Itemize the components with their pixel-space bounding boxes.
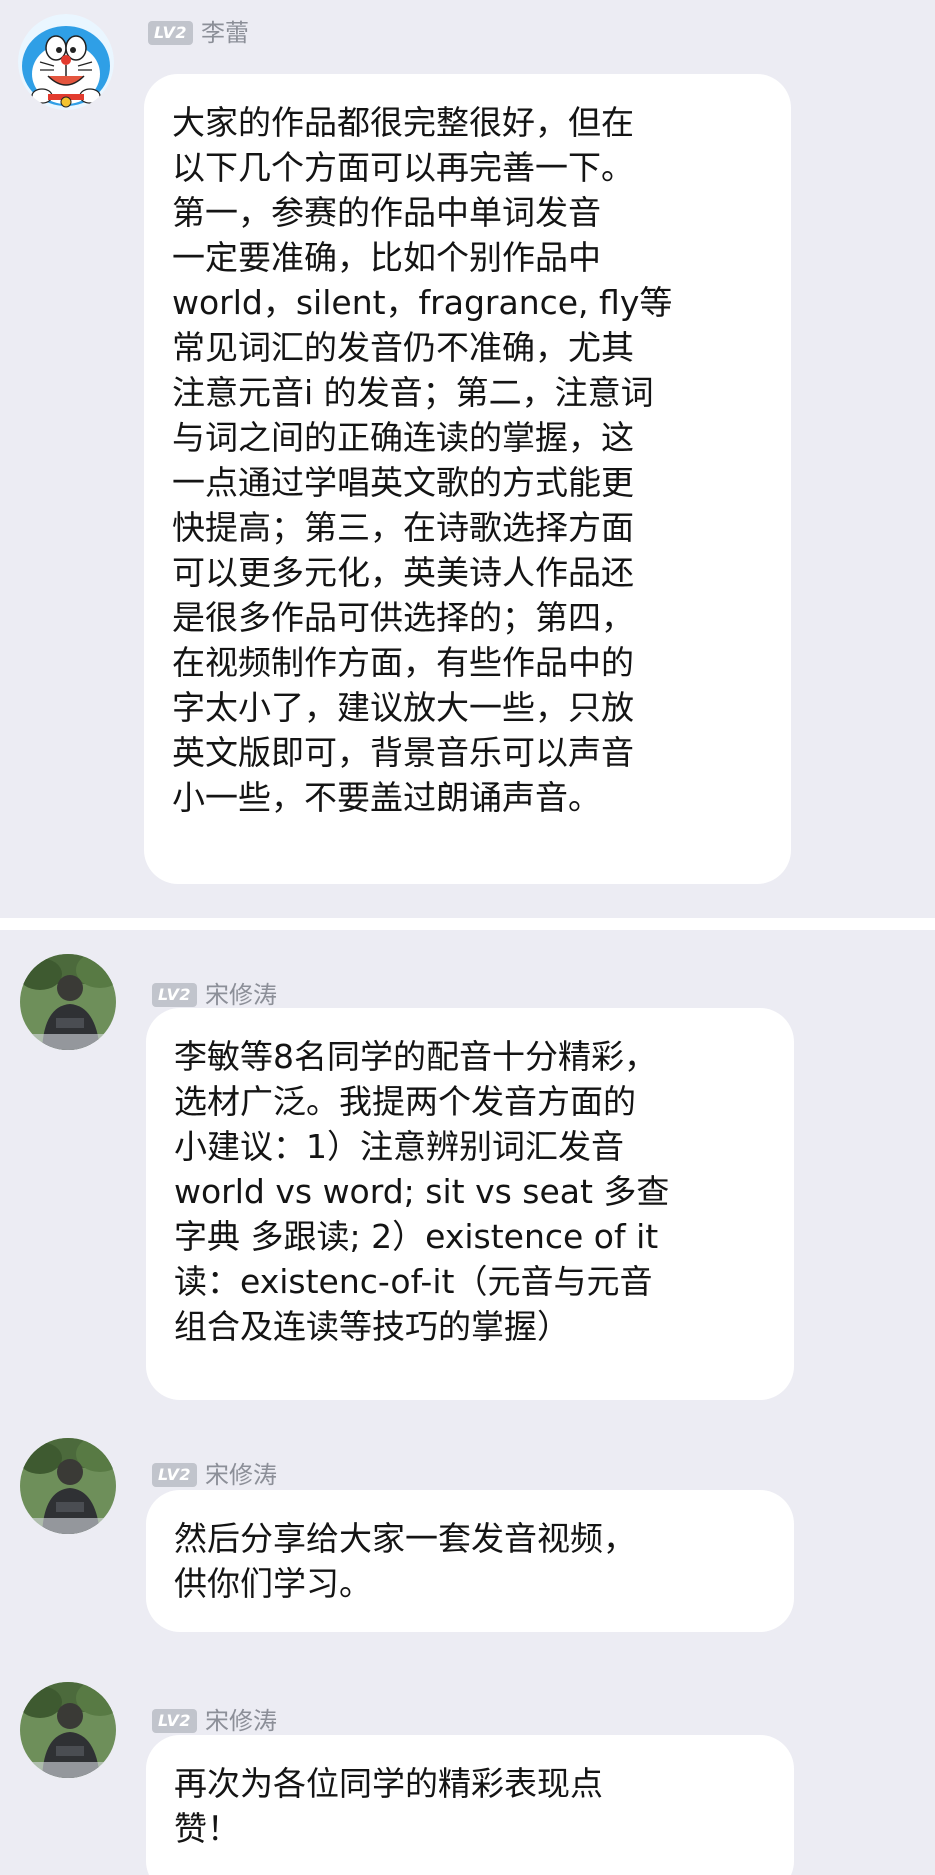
message-bubble[interactable]: 再次为各位同学的精彩表现点 赞！ [146,1735,794,1875]
message-line: 再次为各位同学的精彩表现点 [174,1764,603,1803]
message-bubble[interactable]: 李敏等8名同学的配音十分精彩， 选材广泛。我提两个发音方面的 小建议：1）注意辨… [146,1008,794,1400]
message-line: 然后分享给大家一套发音视频， [174,1519,636,1558]
message-meta: LV2 宋修涛 [152,980,277,1010]
level-badge: LV2 [152,1709,198,1733]
sender-name[interactable]: 李蕾 [201,18,249,48]
person-photo-avatar[interactable] [20,954,116,1050]
message-line: 与词之间的正确连读的掌握，这 [172,418,634,457]
sender-name[interactable]: 宋修涛 [205,980,277,1010]
message-line: 李敏等8名同学的配音十分精彩， [174,1037,657,1076]
message-bubble[interactable]: 然后分享给大家一套发音视频， 供你们学习。 [146,1490,794,1632]
message-line: world vs word; sit vs seat 多查 [174,1172,670,1211]
message-meta: LV2 李蕾 [148,18,249,48]
message-line: 可以更多元化，英美诗人作品还 [172,553,634,592]
message-meta: LV2 宋修涛 [152,1460,277,1490]
level-badge: LV2 [152,983,198,1007]
doraemon-avatar[interactable] [18,14,114,110]
screenshot-divider [0,918,935,930]
message-line: 选材广泛。我提两个发音方面的 [174,1082,636,1121]
sender-name[interactable]: 宋修涛 [205,1706,277,1736]
message-line: 一点通过学唱英文歌的方式能更 [172,463,634,502]
message-meta: LV2 宋修涛 [152,1706,277,1736]
sender-name[interactable]: 宋修涛 [205,1460,277,1490]
message-line: 组合及连读等技巧的掌握） [174,1307,570,1346]
message-line: 字太小了，建议放大一些，只放 [172,688,634,727]
message-line: 是很多作品可供选择的；第四， [172,598,634,637]
message-line: 字典 多跟读; 2）existence of it [174,1217,659,1256]
message-line: 注意元音i 的发音；第二，注意词 [172,373,654,412]
message-line: 小建议：1）注意辨别词汇发音 [174,1127,624,1166]
message-line: 在视频制作方面，有些作品中的 [172,643,634,682]
chat-panel-bottom: LV2 宋修涛 李敏等8名同学的配音十分精彩， 选材广泛。我提两个发音方面的 小… [0,930,935,1875]
person-photo-avatar[interactable] [20,1438,116,1534]
message-line: 赞！ [174,1809,240,1848]
message-line: 第一，参赛的作品中单词发音 [172,193,601,232]
message-line: world，silent，fragrance, fly等 [172,283,673,322]
chat-panel-top: LV2 李蕾 大家的作品都很完整很好，但在 以下几个方面可以再完善一下。 第一，… [0,0,935,918]
person-photo-avatar[interactable] [20,1682,116,1778]
message-line: 小一些，不要盖过朗诵声音。 [172,778,601,817]
message-line: 以下几个方面可以再完善一下。 [172,148,634,187]
level-badge: LV2 [148,21,194,45]
message-line: 常见词汇的发音仍不准确，尤其 [172,328,634,367]
level-badge: LV2 [152,1463,198,1487]
message-line: 快提高；第三，在诗歌选择方面 [172,508,634,547]
message-line: 读：existenc-of-it（元音与元音 [174,1262,653,1301]
message-line: 供你们学习。 [174,1564,372,1603]
message-bubble[interactable]: 大家的作品都很完整很好，但在 以下几个方面可以再完善一下。 第一，参赛的作品中单… [144,74,791,884]
message-line: 一定要准确，比如个别作品中 [172,238,601,277]
message-line: 大家的作品都很完整很好，但在 [172,103,634,142]
message-line: 英文版即可，背景音乐可以声音 [172,733,634,772]
